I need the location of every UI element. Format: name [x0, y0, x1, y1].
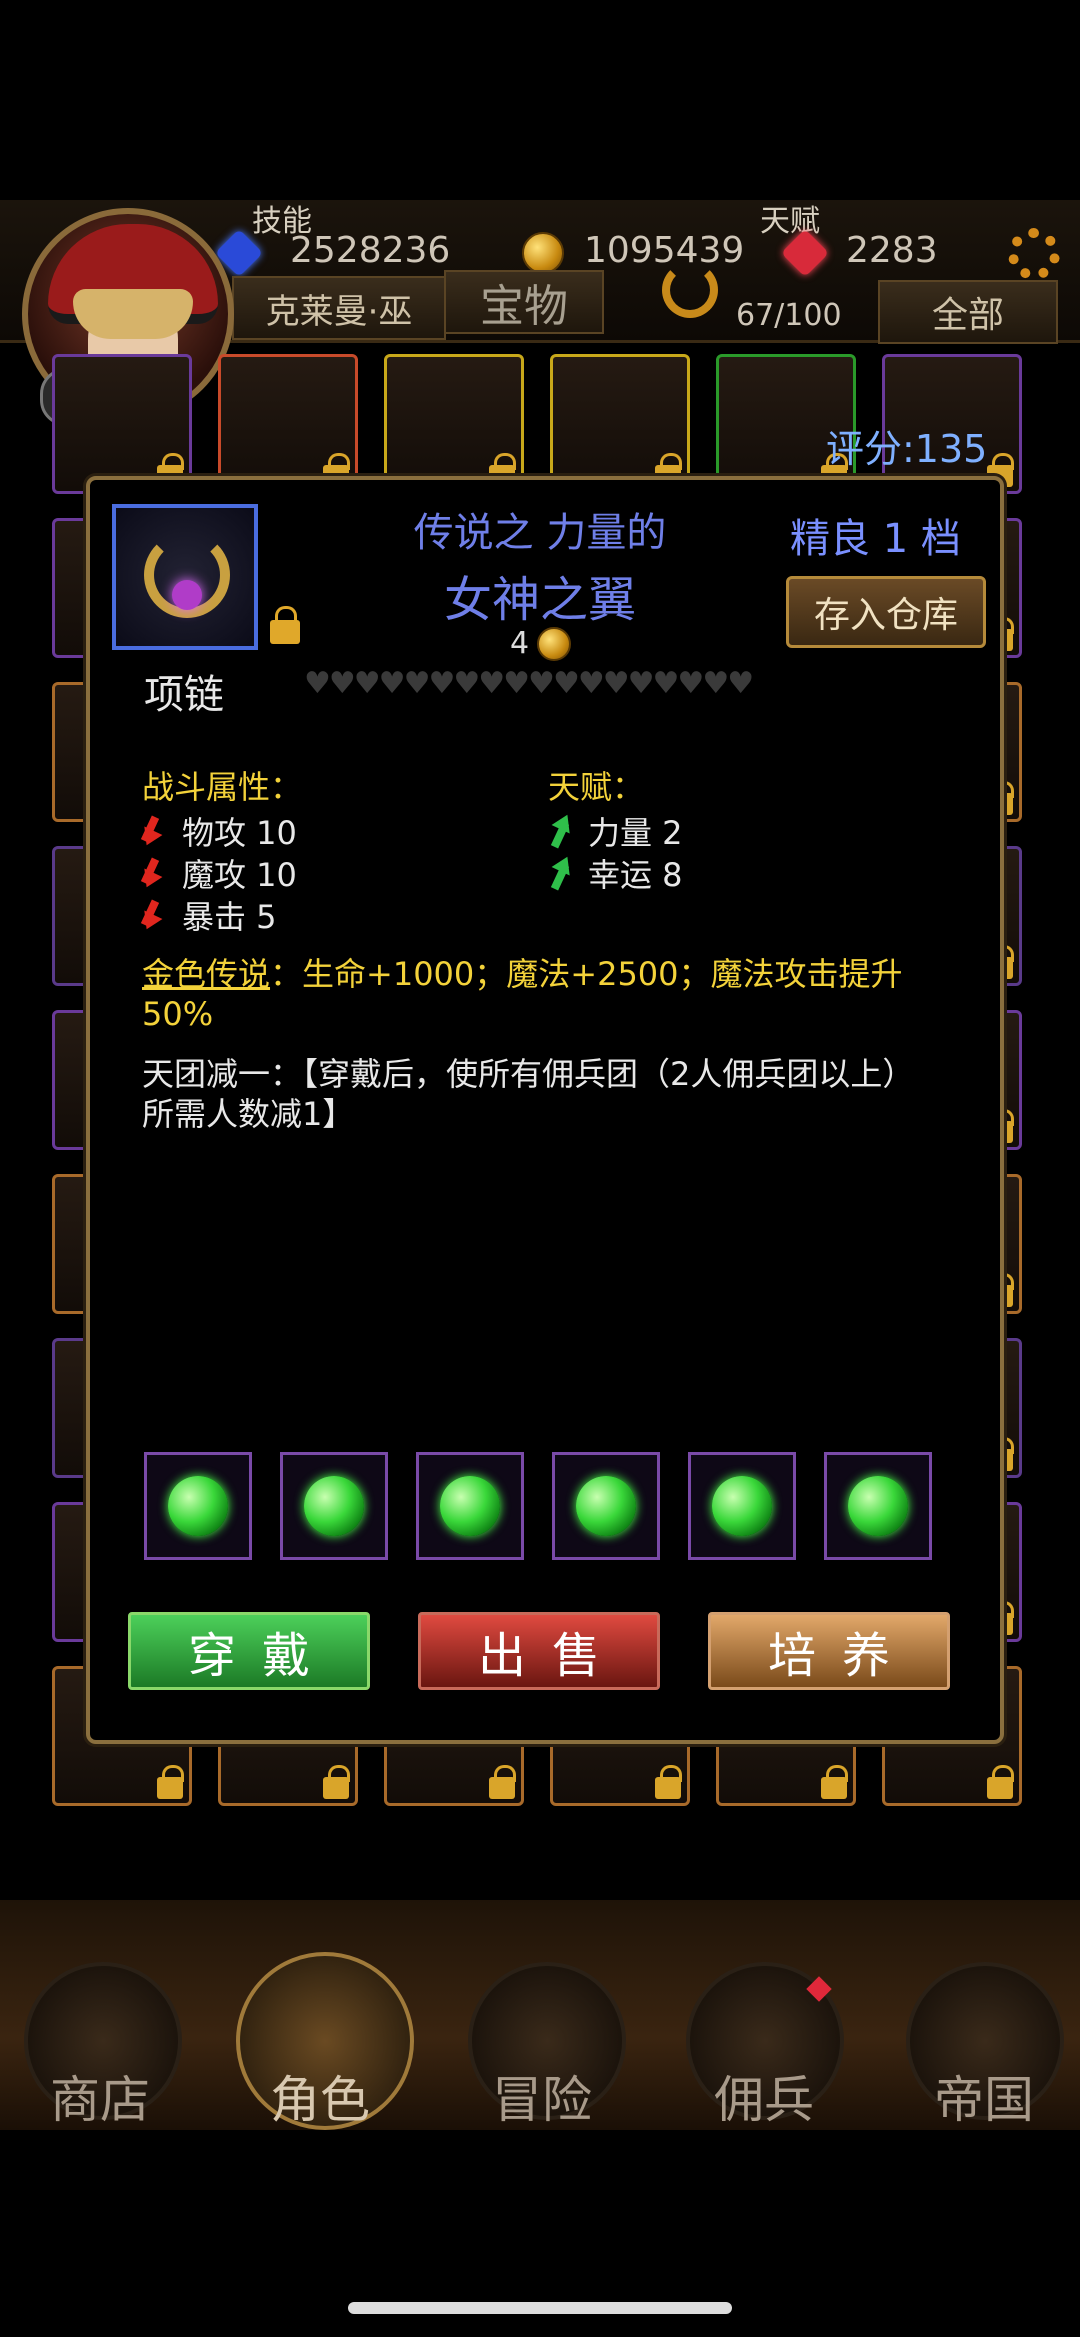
lock-icon — [323, 1765, 350, 1799]
green-gem-icon — [848, 1476, 908, 1536]
necklace-item-icon — [112, 504, 258, 650]
inventory-slot[interactable] — [52, 354, 192, 494]
inventory-slot[interactable] — [550, 354, 690, 494]
gold-coin-icon — [522, 232, 564, 274]
wear-button[interactable]: 穿戴 — [128, 1612, 370, 1690]
gem-slot[interactable] — [688, 1452, 796, 1560]
sell-button[interactable]: 出售 — [418, 1612, 660, 1690]
store-to-warehouse-button[interactable]: 存入仓库 — [786, 576, 986, 648]
green-arrow-icon — [548, 858, 574, 888]
gold-value: 1095439 — [584, 230, 745, 271]
nav-shop-label[interactable]: 商店 — [20, 2060, 180, 2132]
tab-treasure[interactable]: 宝物 — [444, 270, 604, 334]
green-gem-icon — [576, 1476, 636, 1536]
score-text: 评分:135 — [826, 427, 988, 471]
gold-coin-icon — [537, 626, 572, 661]
refresh-icon[interactable] — [662, 262, 718, 318]
item-cost: 4 — [510, 626, 572, 661]
gem-slot[interactable] — [552, 1452, 660, 1560]
home-indicator[interactable] — [348, 2302, 732, 2314]
nav-character-label[interactable]: 角色 — [240, 2060, 400, 2132]
tab-character-name[interactable]: 克莱曼·巫 — [232, 276, 446, 340]
cost-value: 4 — [510, 626, 530, 661]
talent-stat-text: 幸运 8 — [588, 856, 683, 894]
lock-icon[interactable] — [270, 606, 300, 644]
lock-icon — [489, 1765, 516, 1799]
gem-slot[interactable] — [144, 1452, 252, 1560]
gem-slot[interactable] — [280, 1452, 388, 1560]
legendary-name-link[interactable]: 金色传说 — [142, 955, 270, 993]
talent-label: 天赋 — [760, 204, 820, 239]
combat-stat-row: 物攻 10 — [142, 808, 297, 854]
green-gem-icon — [304, 1476, 364, 1536]
green-arrow-icon — [548, 816, 574, 846]
combat-stats-title: 战斗属性： — [142, 768, 303, 806]
green-gem-icon — [440, 1476, 500, 1536]
legendary-effect: 金色传说：生命+1000；魔法+2500；魔法攻击提升50% — [142, 954, 942, 1034]
talent-stat-row: 力量 2 — [548, 808, 683, 854]
skill-value: 2528236 — [290, 230, 451, 271]
lock-icon — [655, 1765, 682, 1799]
lock-icon — [987, 1765, 1014, 1799]
nav-adventure-label[interactable]: 冒险 — [462, 2060, 622, 2132]
lock-icon — [157, 1765, 184, 1799]
combat-stat-text: 魔攻 10 — [182, 856, 297, 894]
item-title-name: 女神之翼 — [443, 572, 636, 628]
train-button[interactable]: 培养 — [708, 1612, 950, 1690]
combat-stat-row: 暴击 5 — [142, 892, 277, 938]
enhance-hearts: ♥♥♥♥♥♥♥♥♥♥♥♥♥♥♥♥♥♥ — [304, 666, 754, 701]
gem-slot[interactable] — [416, 1452, 524, 1560]
red-arrow-icon — [142, 858, 168, 888]
item-title-prefix: 传说之 力量的 — [413, 510, 667, 556]
lock-icon — [821, 1765, 848, 1799]
nav-mercenary-label[interactable]: 佣兵 — [684, 2060, 844, 2132]
talent-value: 2283 — [846, 230, 938, 271]
green-gem-icon — [712, 1476, 772, 1536]
talent-title: 天赋： — [548, 768, 645, 806]
red-arrow-icon — [142, 900, 168, 930]
talent-stat-text: 力量 2 — [588, 814, 683, 852]
inventory-capacity: 67/100 — [736, 298, 842, 333]
settings-gear-icon[interactable] — [1008, 228, 1060, 280]
combat-stat-row: 魔攻 10 — [142, 850, 297, 896]
green-gem-icon — [168, 1476, 228, 1536]
gem-slot[interactable] — [824, 1452, 932, 1560]
red-arrow-icon — [142, 816, 168, 846]
nav-empire-label[interactable]: 帝国 — [904, 2060, 1064, 2132]
tab-filter-all[interactable]: 全部 — [878, 280, 1058, 344]
talent-stat-row: 幸运 8 — [548, 850, 683, 896]
item-category: 项链 — [144, 672, 224, 718]
inventory-slot[interactable] — [384, 354, 524, 494]
combat-stat-text: 物攻 10 — [182, 814, 297, 852]
item-description: 天团减一：【穿戴后，使所有佣兵团（2人佣兵团以上）所需人数减1】 — [142, 1055, 915, 1133]
inventory-slot[interactable] — [218, 354, 358, 494]
combat-stat-text: 暴击 5 — [182, 898, 277, 936]
item-grade: 精良 1 档 — [790, 516, 961, 562]
